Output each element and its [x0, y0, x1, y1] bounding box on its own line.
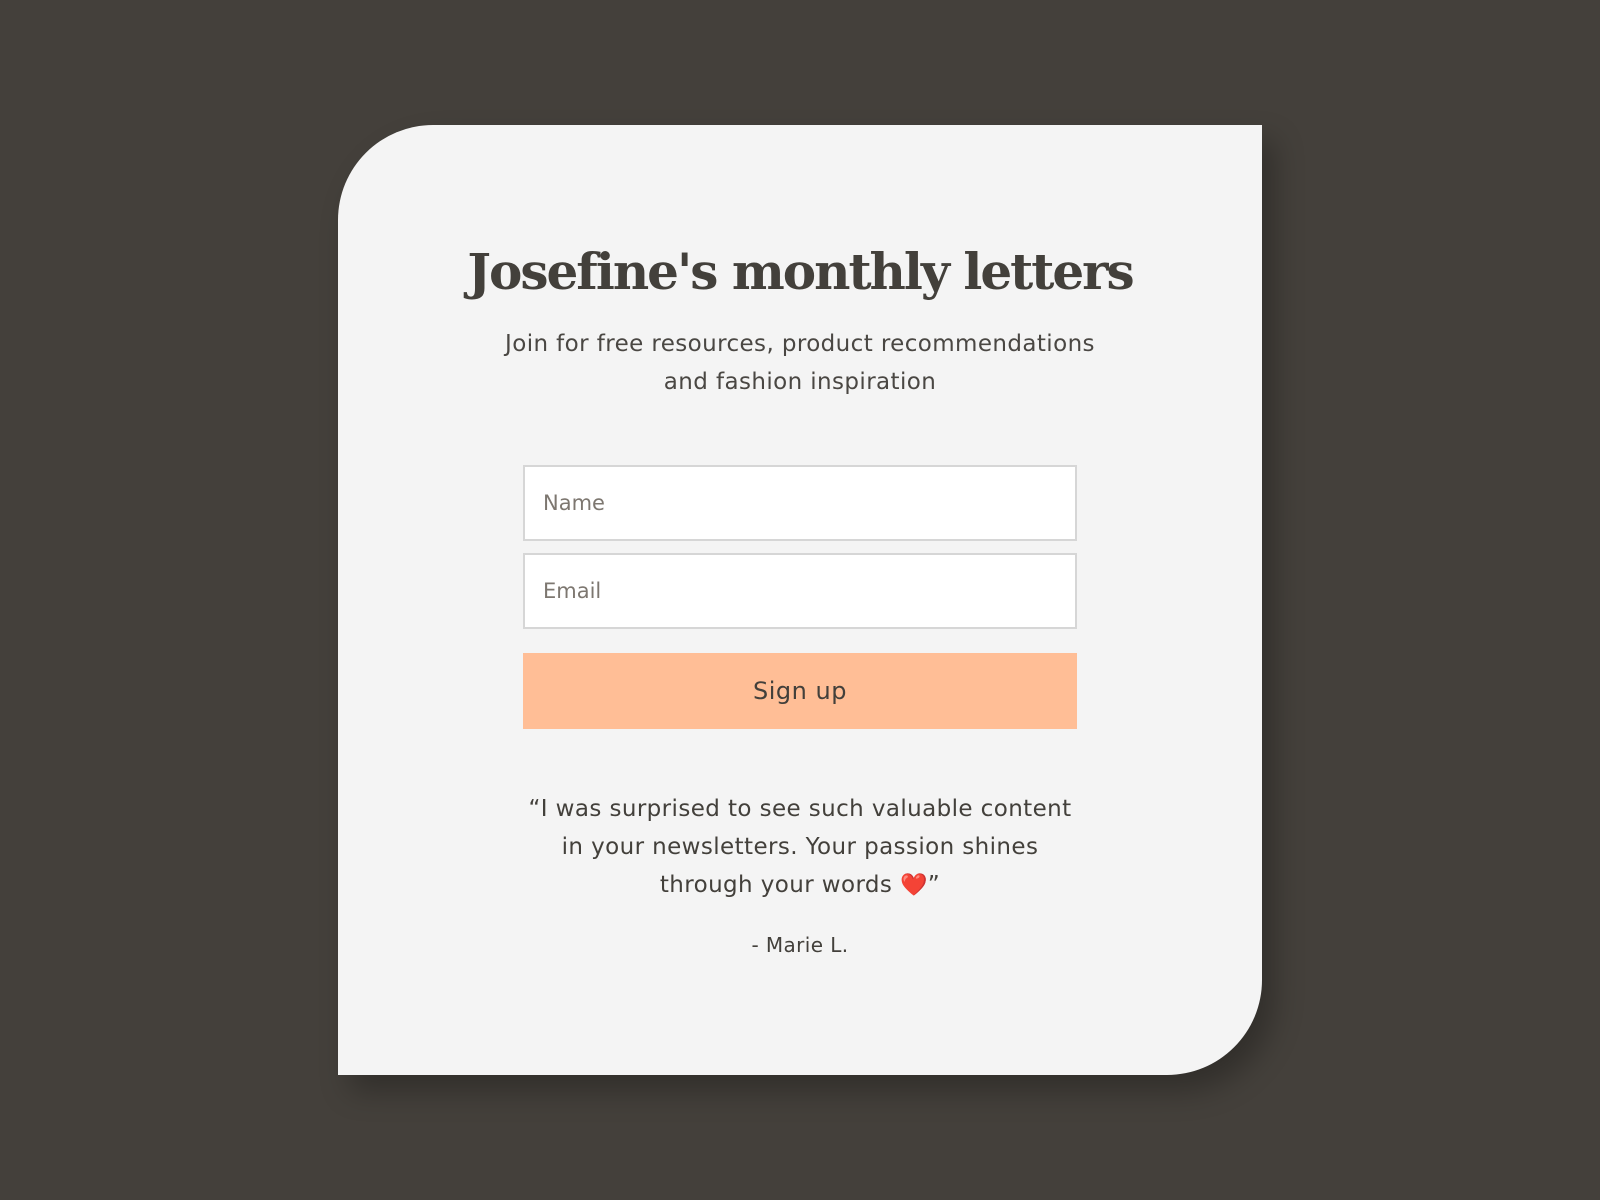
- page-title: Josefine's monthly letters: [467, 242, 1134, 301]
- testimonial-quote: “I was surprised to see such valuable co…: [520, 790, 1080, 905]
- name-field[interactable]: [523, 465, 1077, 541]
- subtitle: Join for free resources, product recomme…: [505, 331, 1095, 395]
- heart-icon: ❤️: [900, 873, 928, 898]
- testimonial-quote-close: ”: [927, 872, 941, 898]
- testimonial-quote-text: “I was surprised to see such valuable co…: [528, 796, 1072, 898]
- newsletter-card: Josefine's monthly letters Join for free…: [338, 125, 1262, 1075]
- sign-up-button[interactable]: Sign up: [523, 653, 1077, 729]
- email-field[interactable]: [523, 553, 1077, 629]
- testimonial-author: - Marie L.: [751, 933, 849, 957]
